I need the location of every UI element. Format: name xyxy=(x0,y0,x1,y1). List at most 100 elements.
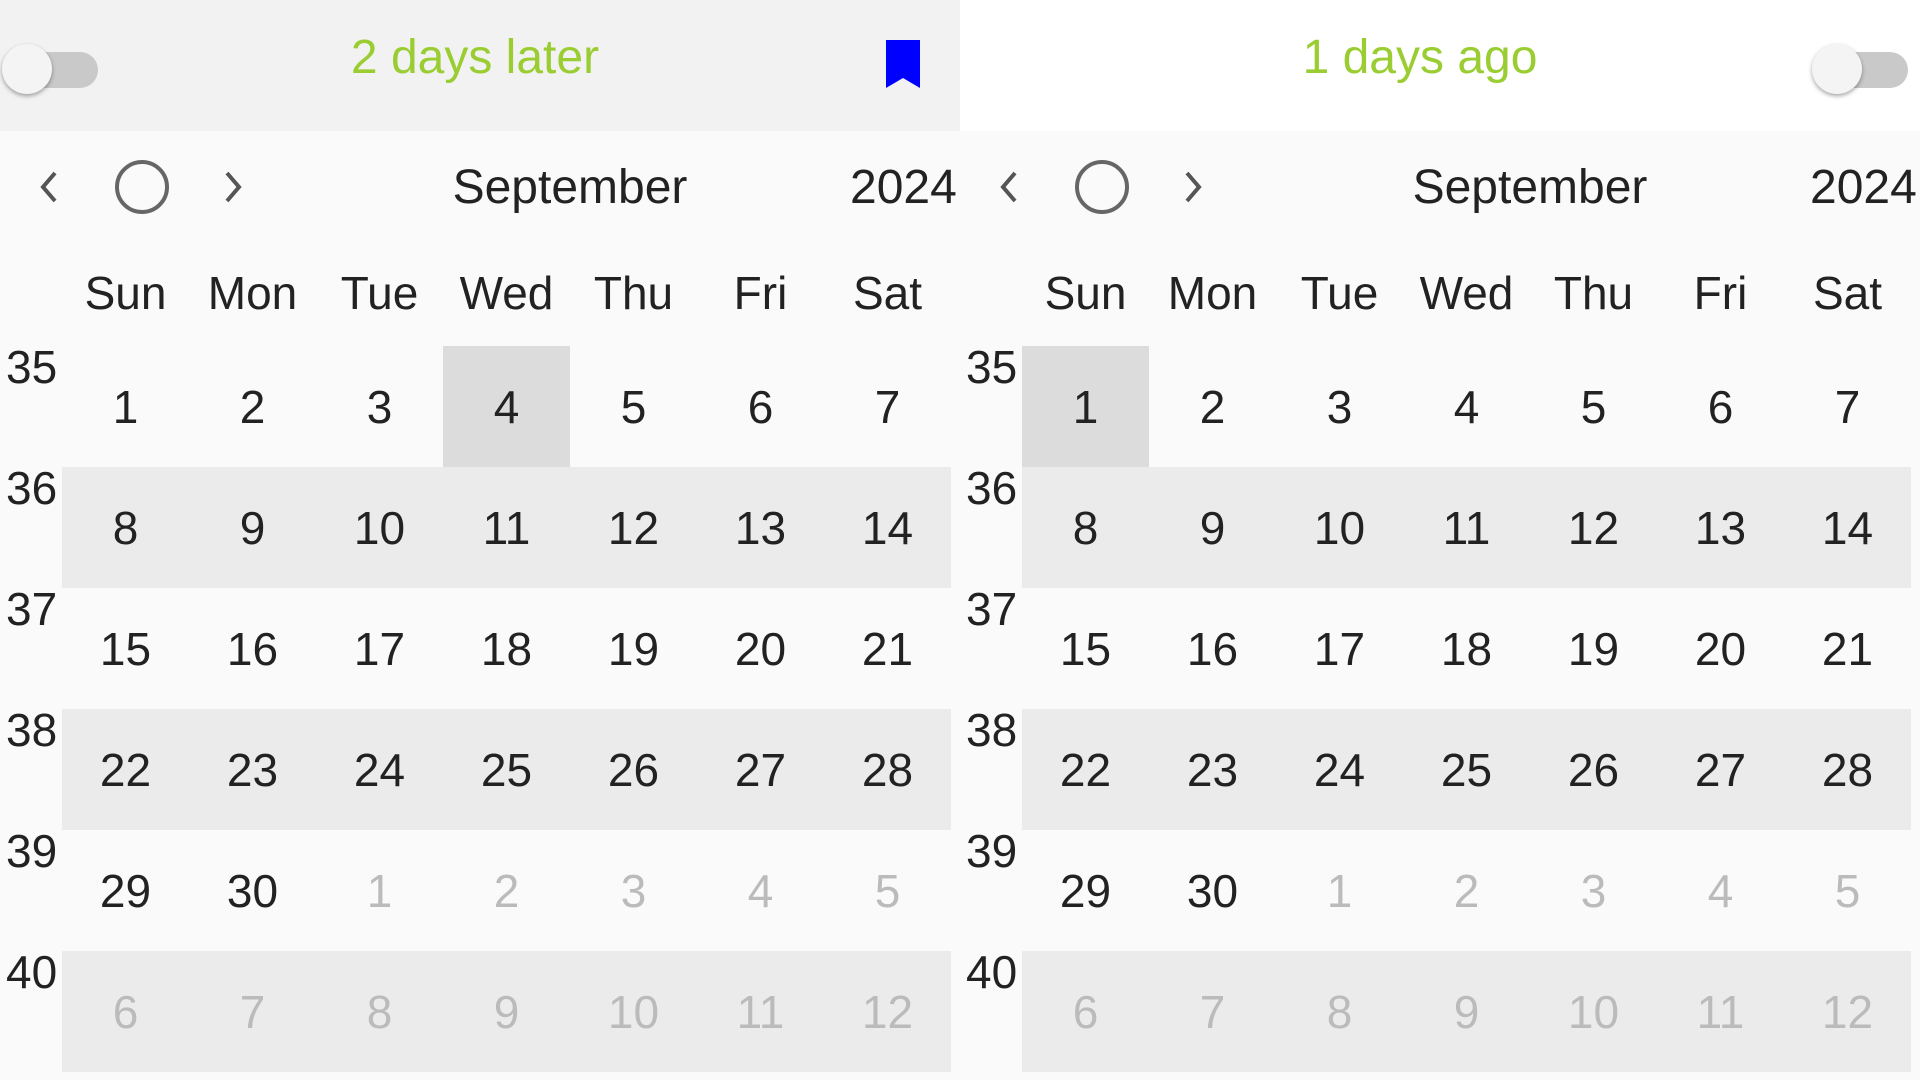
day-cell[interactable]: 8 xyxy=(62,467,189,588)
day-cell[interactable]: 5 xyxy=(824,830,951,951)
day-cell[interactable]: 9 xyxy=(1149,467,1276,588)
day-cell[interactable]: 5 xyxy=(1530,346,1657,467)
day-cell[interactable]: 29 xyxy=(1022,830,1149,951)
day-cell[interactable]: 11 xyxy=(1657,951,1784,1072)
day-cell[interactable]: 11 xyxy=(697,951,824,1072)
day-cell[interactable]: 10 xyxy=(1530,951,1657,1072)
day-cell[interactable]: 26 xyxy=(570,709,697,830)
day-cell[interactable]: 25 xyxy=(443,709,570,830)
day-cell[interactable]: 3 xyxy=(1276,346,1403,467)
day-cell[interactable]: 12 xyxy=(824,951,951,1072)
day-cell[interactable]: 7 xyxy=(189,951,316,1072)
day-cell[interactable]: 20 xyxy=(697,588,824,709)
week-number: 40 xyxy=(6,946,58,998)
day-cell[interactable]: 24 xyxy=(316,709,443,830)
next-month-button[interactable] xyxy=(208,150,260,224)
day-cell[interactable]: 6 xyxy=(697,346,824,467)
day-cell[interactable]: 21 xyxy=(824,588,951,709)
day-cell[interactable]: 12 xyxy=(1530,467,1657,588)
day-cell[interactable]: 6 xyxy=(1022,951,1149,1072)
day-cell[interactable]: 27 xyxy=(1657,709,1784,830)
year-label[interactable]: 2024 xyxy=(850,160,957,215)
day-cell[interactable]: 10 xyxy=(1276,467,1403,588)
next-month-button[interactable] xyxy=(1168,150,1220,224)
day-cell[interactable]: 17 xyxy=(316,588,443,709)
day-cell[interactable]: 21 xyxy=(1784,588,1911,709)
day-cell[interactable]: 2 xyxy=(1403,830,1530,951)
day-cell[interactable]: 28 xyxy=(1784,709,1911,830)
day-cell[interactable]: 6 xyxy=(1657,346,1784,467)
day-cell[interactable]: 23 xyxy=(189,709,316,830)
day-cell[interactable]: 9 xyxy=(443,951,570,1072)
day-cell[interactable]: 1 xyxy=(62,346,189,467)
day-cell[interactable]: 13 xyxy=(1657,467,1784,588)
chevron-right-icon xyxy=(225,171,242,203)
day-cell[interactable]: 8 xyxy=(1276,951,1403,1072)
day-cell[interactable]: 29 xyxy=(62,830,189,951)
day-cell[interactable]: 8 xyxy=(316,951,443,1072)
day-cell[interactable]: 2 xyxy=(1149,346,1276,467)
day-cell[interactable]: 6 xyxy=(62,951,189,1072)
previous-month-button[interactable] xyxy=(22,150,74,224)
day-cell[interactable]: 16 xyxy=(1149,588,1276,709)
day-cell[interactable]: 26 xyxy=(1530,709,1657,830)
previous-month-button[interactable] xyxy=(982,150,1034,224)
week-number: 36 xyxy=(966,462,1018,514)
day-cell[interactable]: 7 xyxy=(1149,951,1276,1072)
day-cell[interactable]: 11 xyxy=(443,467,570,588)
day-cell[interactable]: 10 xyxy=(570,951,697,1072)
day-cell[interactable]: 10 xyxy=(316,467,443,588)
selected-day-cell[interactable]: 1 xyxy=(1022,346,1149,467)
day-cell[interactable]: 11 xyxy=(1403,467,1530,588)
day-cell[interactable]: 22 xyxy=(1022,709,1149,830)
day-cell[interactable]: 9 xyxy=(1403,951,1530,1072)
day-cell[interactable]: 13 xyxy=(697,467,824,588)
day-cell[interactable]: 19 xyxy=(570,588,697,709)
day-cell[interactable]: 28 xyxy=(824,709,951,830)
day-cell[interactable]: 22 xyxy=(62,709,189,830)
day-cell[interactable]: 17 xyxy=(1276,588,1403,709)
day-cell[interactable]: 25 xyxy=(1403,709,1530,830)
day-cell[interactable]: 3 xyxy=(316,346,443,467)
day-cell[interactable]: 2 xyxy=(189,346,316,467)
day-cell[interactable]: 16 xyxy=(189,588,316,709)
day-cell[interactable]: 18 xyxy=(443,588,570,709)
day-cell[interactable]: 14 xyxy=(1784,467,1911,588)
day-cell[interactable]: 12 xyxy=(1784,951,1911,1072)
selected-day-cell[interactable]: 4 xyxy=(443,346,570,467)
bookmark-icon[interactable] xyxy=(884,38,922,90)
day-cell[interactable]: 5 xyxy=(570,346,697,467)
month-label[interactable]: September xyxy=(1390,160,1670,215)
day-cell[interactable]: 4 xyxy=(1657,830,1784,951)
day-cell[interactable]: 7 xyxy=(824,346,951,467)
today-button[interactable] xyxy=(112,150,172,224)
day-cell[interactable]: 20 xyxy=(1657,588,1784,709)
year-label[interactable]: 2024 xyxy=(1810,160,1917,215)
day-cell[interactable]: 1 xyxy=(316,830,443,951)
day-cell[interactable]: 1 xyxy=(1276,830,1403,951)
day-cell[interactable]: 30 xyxy=(1149,830,1276,951)
month-label[interactable]: September xyxy=(430,160,710,215)
day-cell[interactable]: 15 xyxy=(1022,588,1149,709)
today-button[interactable] xyxy=(1072,150,1132,224)
day-cell[interactable]: 23 xyxy=(1149,709,1276,830)
day-cell[interactable]: 9 xyxy=(189,467,316,588)
day-cell[interactable]: 8 xyxy=(1022,467,1149,588)
day-cell[interactable]: 5 xyxy=(1784,830,1911,951)
toggle-switch[interactable] xyxy=(1812,44,1908,94)
day-cell[interactable]: 2 xyxy=(443,830,570,951)
day-cell[interactable]: 3 xyxy=(1530,830,1657,951)
day-cell[interactable]: 3 xyxy=(570,830,697,951)
day-cell[interactable]: 4 xyxy=(697,830,824,951)
day-cell[interactable]: 15 xyxy=(62,588,189,709)
day-cell[interactable]: 4 xyxy=(1403,346,1530,467)
day-cell[interactable]: 27 xyxy=(697,709,824,830)
toggle-switch[interactable] xyxy=(2,44,98,94)
day-cell[interactable]: 18 xyxy=(1403,588,1530,709)
day-cell[interactable]: 30 xyxy=(189,830,316,951)
day-cell[interactable]: 12 xyxy=(570,467,697,588)
day-cell[interactable]: 19 xyxy=(1530,588,1657,709)
day-cell[interactable]: 24 xyxy=(1276,709,1403,830)
day-cell[interactable]: 7 xyxy=(1784,346,1911,467)
day-cell[interactable]: 14 xyxy=(824,467,951,588)
